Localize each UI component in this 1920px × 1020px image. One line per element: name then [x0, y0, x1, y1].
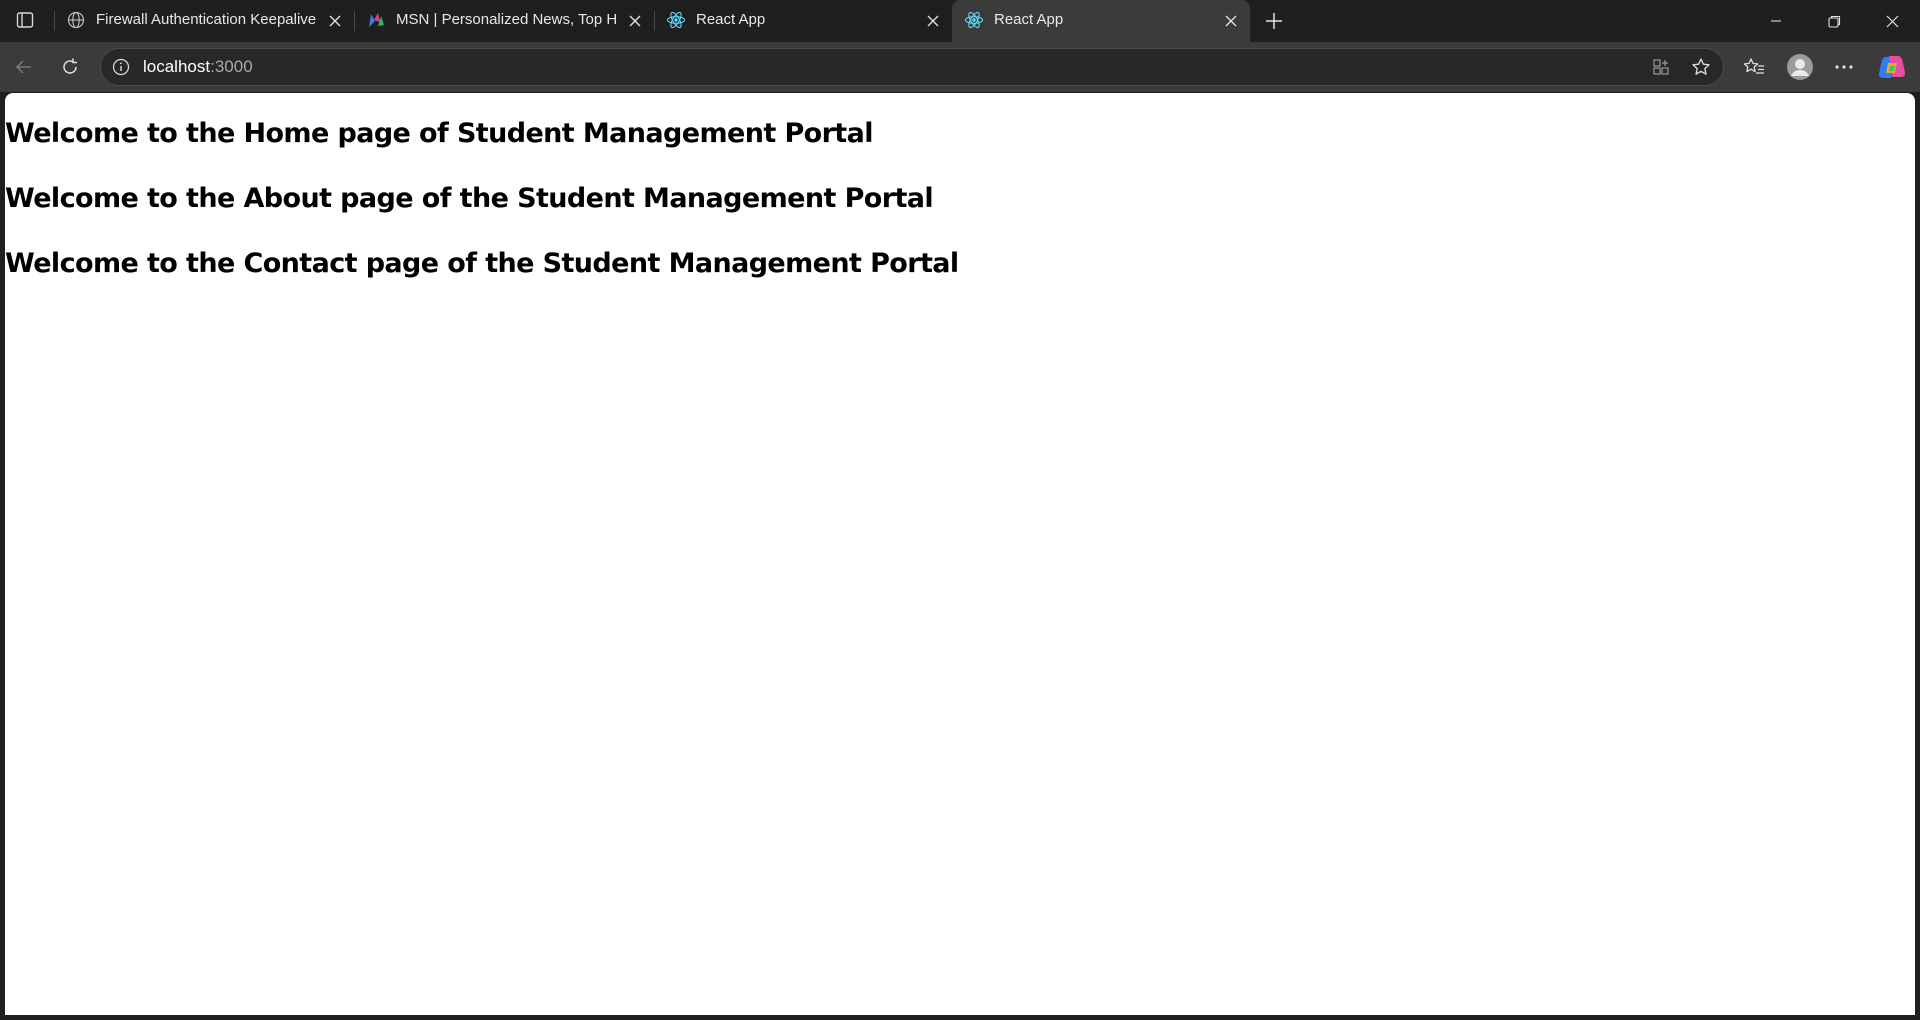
close-window-button[interactable] [1864, 0, 1920, 42]
react-icon [964, 10, 984, 30]
tab-react-app[interactable]: React App [654, 0, 952, 40]
copilot-icon [1878, 53, 1906, 81]
tab-title: Firewall Authentication Keepalive [96, 11, 317, 28]
browser-toolbar: localhost:3000 [0, 42, 1920, 92]
address-bar[interactable]: localhost:3000 [100, 48, 1724, 86]
settings-more-button[interactable] [1828, 51, 1860, 83]
tab-actions-button[interactable] [10, 7, 40, 33]
copilot-button[interactable] [1876, 51, 1908, 83]
minimize-button[interactable] [1748, 0, 1804, 42]
minimize-icon [1770, 15, 1782, 27]
tab-strip: Firewall Authentication Keepalive MSN | … [0, 0, 1920, 42]
restore-icon [1827, 15, 1841, 28]
refresh-button[interactable] [54, 51, 86, 83]
app-available-icon[interactable] [1646, 52, 1676, 82]
close-tab-icon[interactable] [624, 10, 646, 32]
tab-separator [354, 11, 355, 31]
restore-button[interactable] [1806, 0, 1862, 42]
url-host: localhost [143, 57, 211, 76]
profile-button[interactable] [1784, 51, 1816, 83]
contact-heading: Welcome to the Contact page of the Stude… [5, 248, 959, 279]
plus-icon [1265, 12, 1283, 30]
favorite-star-icon[interactable] [1686, 52, 1716, 82]
msn-icon [366, 10, 386, 30]
site-info-icon[interactable] [111, 57, 131, 77]
refresh-icon [60, 57, 80, 77]
tab-msn[interactable]: MSN | Personalized News, Top He [354, 0, 652, 40]
tab-title: React App [696, 11, 766, 28]
url-port: :3000 [210, 57, 253, 76]
more-horizontal-icon [1834, 64, 1854, 70]
close-tab-icon[interactable] [1220, 10, 1242, 32]
react-icon [666, 10, 686, 30]
tab-react-app-active[interactable]: React App [952, 0, 1250, 42]
tab-title: MSN | Personalized News, Top He [396, 11, 618, 28]
about-heading: Welcome to the About page of the Student… [5, 183, 934, 214]
close-icon [1886, 15, 1899, 28]
page-viewport: Welcome to the Home page of Student Mana… [5, 93, 1915, 1015]
back-arrow-icon [14, 57, 34, 77]
tab-title: React App [994, 11, 1064, 28]
tab-separator [654, 11, 655, 31]
favorites-button[interactable] [1738, 51, 1770, 83]
tab-firewall-authentication[interactable]: Firewall Authentication Keepalive [54, 0, 352, 40]
favorites-list-icon [1743, 57, 1765, 77]
url-text[interactable]: localhost:3000 [143, 49, 253, 85]
close-tab-icon[interactable] [922, 10, 944, 32]
new-tab-button[interactable] [1260, 7, 1288, 35]
sidebar-panel-icon [16, 11, 34, 29]
globe-icon [66, 10, 86, 30]
home-heading: Welcome to the Home page of Student Mana… [5, 118, 873, 149]
back-button[interactable] [8, 51, 40, 83]
avatar [1786, 53, 1814, 81]
close-tab-icon[interactable] [324, 10, 346, 32]
tab-separator [54, 11, 55, 31]
